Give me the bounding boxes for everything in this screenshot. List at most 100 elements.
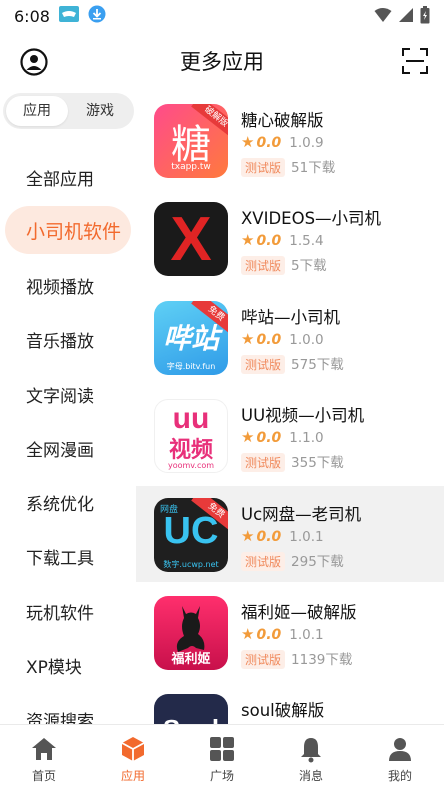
app-name: 糖心破解版 xyxy=(241,111,324,130)
wifi-icon xyxy=(374,7,392,27)
download-count: 295下载 xyxy=(291,554,344,570)
icon-text: X xyxy=(170,205,212,274)
person-icon xyxy=(386,735,414,763)
app-rating: ★ 0.0 1.0.0 xyxy=(241,330,324,348)
app-icon-soul: Soul xyxy=(154,694,228,724)
app-meta: 测试版 575下载 xyxy=(241,353,344,374)
download-status-icon xyxy=(88,5,106,27)
grid-icon xyxy=(208,735,236,763)
star-icon: ★ xyxy=(241,625,255,643)
status-badge: 测试版 xyxy=(241,158,286,177)
segment-game[interactable]: 游戏 xyxy=(69,96,131,126)
rating-score: 0.0 xyxy=(256,233,282,249)
star-icon: ★ xyxy=(241,428,255,446)
tab-square[interactable]: 广场 xyxy=(178,725,266,789)
icon-text-secondary: 视频 xyxy=(168,438,213,463)
icon-text: uu xyxy=(172,402,210,435)
list-item[interactable]: X XVIDEOS—小司机 ★ 0.0 1.5.4 测试版 5下载 xyxy=(136,190,444,286)
app-name: 哔站—小司机 xyxy=(241,308,340,327)
app-name: UU视频—小司机 xyxy=(241,406,365,425)
list-item[interactable]: uu 视频 yoomv.com UU视频—小司机 ★ 0.0 1.1.0 测试版 35… xyxy=(136,387,444,483)
status-badge: 测试版 xyxy=(241,552,286,571)
app-icon-fuliji: 福利姬 xyxy=(154,596,228,670)
category-download[interactable]: 下载工具 xyxy=(26,544,94,569)
tab-label: 我的 xyxy=(387,769,412,783)
app-icon-uu: uu 视频 yoomv.com xyxy=(154,399,228,473)
app-version: 1.0.0 xyxy=(289,332,324,348)
download-count: 355下载 xyxy=(291,455,344,471)
star-icon: ★ xyxy=(241,527,255,545)
segment-app[interactable]: 应用 xyxy=(6,96,68,126)
tab-label: 消息 xyxy=(298,769,323,783)
icon-subtext: yoomv.com xyxy=(167,461,215,470)
app-rating: ★ 0.0 1.1.0 xyxy=(241,428,324,446)
category-system[interactable]: 系统优化 xyxy=(26,490,94,515)
app-list: 糖 txapp.tw 破解版 糖心破解版 ★ 0.0 1.0.9 测试版 51下载 X… xyxy=(136,90,444,724)
icon-subtext: 数字.ucwp.net xyxy=(163,560,219,569)
rating-score: 0.0 xyxy=(256,430,282,446)
category-driver-software[interactable]: 小司机软件 xyxy=(5,206,131,254)
category-reading[interactable]: 文字阅读 xyxy=(26,382,94,407)
rating-score: 0.0 xyxy=(256,627,282,643)
page-title: 更多应用 xyxy=(180,50,264,74)
mask-app-icon xyxy=(58,5,80,27)
status-time: 6:08 xyxy=(14,6,50,26)
download-count: 575下载 xyxy=(291,357,344,373)
app-version: 1.1.0 xyxy=(289,430,324,446)
icon-text: Soul xyxy=(154,714,228,724)
app-name: soul破解版 xyxy=(241,701,325,720)
tab-apps[interactable]: 应用 xyxy=(89,725,177,789)
apps-cube-icon xyxy=(119,735,147,763)
scan-icon[interactable] xyxy=(402,48,428,78)
download-count: 51下载 xyxy=(291,160,336,176)
category-music[interactable]: 音乐播放 xyxy=(26,327,94,352)
status-bar: 6:08 xyxy=(0,0,444,32)
app-meta: 测试版 5下载 xyxy=(241,254,327,275)
tab-home[interactable]: 首页 xyxy=(0,725,88,789)
signal-icon xyxy=(398,7,414,27)
list-item[interactable]: 福利姬 福利姬—破解版 ★ 0.0 1.0.1 测试版 1139下载 xyxy=(136,584,444,680)
icon-subtext: txapp.tw xyxy=(171,162,211,172)
icon-text: 福利姬 xyxy=(171,652,211,667)
category-search[interactable]: 资源搜索 xyxy=(26,707,94,724)
category-comics[interactable]: 全网漫画 xyxy=(26,436,94,461)
list-item[interactable]: 哔站 字母.bitv.fun 免费 哔站—小司机 ★ 0.0 1.0.0 测试版 57… xyxy=(136,289,444,385)
status-badge: 测试版 xyxy=(241,256,286,275)
category-video[interactable]: 视频播放 xyxy=(26,273,94,298)
status-badge: 测试版 xyxy=(241,650,286,669)
star-icon: ★ xyxy=(241,231,255,249)
status-badge: 测试版 xyxy=(241,355,286,374)
app-version: 1.0.1 xyxy=(289,529,324,545)
icon-subtext: 字母.bitv.fun xyxy=(166,362,216,371)
app-version: 1.5.4 xyxy=(289,233,324,249)
tab-messages[interactable]: 消息 xyxy=(267,725,355,789)
app-header: 更多应用 xyxy=(0,38,444,84)
app-icon-ucwp: 网盘 UC 数字.ucwp.net 免费 xyxy=(154,498,228,572)
list-item[interactable]: 糖 txapp.tw 破解版 糖心破解版 ★ 0.0 1.0.9 测试版 51下载 xyxy=(136,92,444,188)
category-xp-module[interactable]: XP模块 xyxy=(26,653,82,678)
rating-score: 0.0 xyxy=(256,135,282,151)
app-icon-bizhan: 哔站 字母.bitv.fun 免费 xyxy=(154,301,228,375)
download-count: 5下载 xyxy=(291,258,327,274)
app-meta: 测试版 355下载 xyxy=(241,451,344,472)
battery-icon xyxy=(420,6,430,28)
app-meta: 测试版 1139下载 xyxy=(241,648,352,669)
app-icon-tangxin: 糖 txapp.tw 破解版 xyxy=(154,104,228,178)
app-rating: ★ 0.0 1.0.9 xyxy=(241,133,324,151)
category-sidebar: 应用 游戏 全部应用 小司机软件 视频播放 音乐播放 文字阅读 全网漫画 系统优… xyxy=(0,90,136,724)
app-icon-xvideos: X xyxy=(154,202,228,276)
tab-mine[interactable]: 我的 xyxy=(356,725,444,789)
app-rating: ★ 0.0 1.0.1 xyxy=(241,625,324,643)
app-version: 1.0.9 xyxy=(289,135,324,151)
tab-label: 应用 xyxy=(120,769,145,783)
list-item[interactable]: Soul soul破解版 xyxy=(136,682,444,724)
app-name: Uc网盘—老司机 xyxy=(241,505,362,524)
app-meta: 测试版 51下载 xyxy=(241,156,335,177)
category-tools[interactable]: 玩机软件 xyxy=(26,599,94,624)
tab-label: 首页 xyxy=(31,769,56,783)
category-all[interactable]: 全部应用 xyxy=(26,165,94,190)
app-rating: ★ 0.0 1.0.1 xyxy=(241,527,324,545)
list-item[interactable]: 网盘 UC 数字.ucwp.net 免费 Uc网盘—老司机 ★ 0.0 1.0.1 … xyxy=(136,486,444,582)
download-count: 1139下载 xyxy=(291,652,353,668)
rating-score: 0.0 xyxy=(256,332,282,348)
